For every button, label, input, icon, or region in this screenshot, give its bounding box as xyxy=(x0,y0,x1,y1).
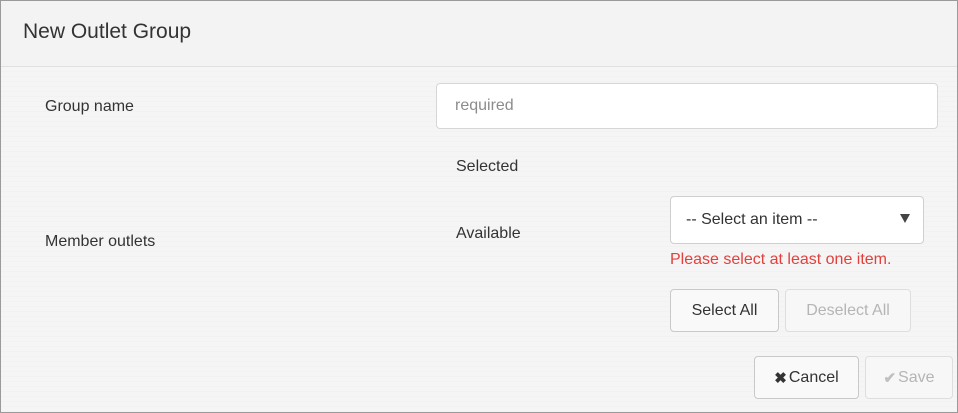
select-all-label: Select All xyxy=(691,301,758,319)
new-outlet-group-dialog: New Outlet Group Group name Selected Mem… xyxy=(0,0,958,413)
close-icon: ✖ xyxy=(774,369,787,387)
check-icon: ✔ xyxy=(883,369,897,387)
save-button[interactable]: ✔ Save xyxy=(865,356,953,399)
member-outlets-label: Member outlets xyxy=(45,233,156,250)
available-outlets-select[interactable]: -- Select an item -- xyxy=(670,196,924,244)
selected-label: Selected xyxy=(456,158,519,175)
cancel-label: Cancel xyxy=(788,368,839,386)
dialog-header: New Outlet Group xyxy=(1,1,957,67)
validation-error-message: Please select at least one item. xyxy=(670,251,892,268)
cancel-button[interactable]: ✖ Cancel xyxy=(754,356,859,399)
dialog-title: New Outlet Group xyxy=(23,20,192,43)
caret-down-icon xyxy=(900,214,910,223)
available-label: Available xyxy=(456,225,521,242)
deselect-all-label: Deselect All xyxy=(806,301,890,319)
group-name-label: Group name xyxy=(45,98,134,115)
select-current-value: -- Select an item -- xyxy=(686,211,818,228)
save-label: Save xyxy=(898,368,935,386)
deselect-all-button[interactable]: Deselect All xyxy=(785,289,911,332)
group-name-input[interactable] xyxy=(436,83,938,129)
select-all-button[interactable]: Select All xyxy=(670,289,779,332)
